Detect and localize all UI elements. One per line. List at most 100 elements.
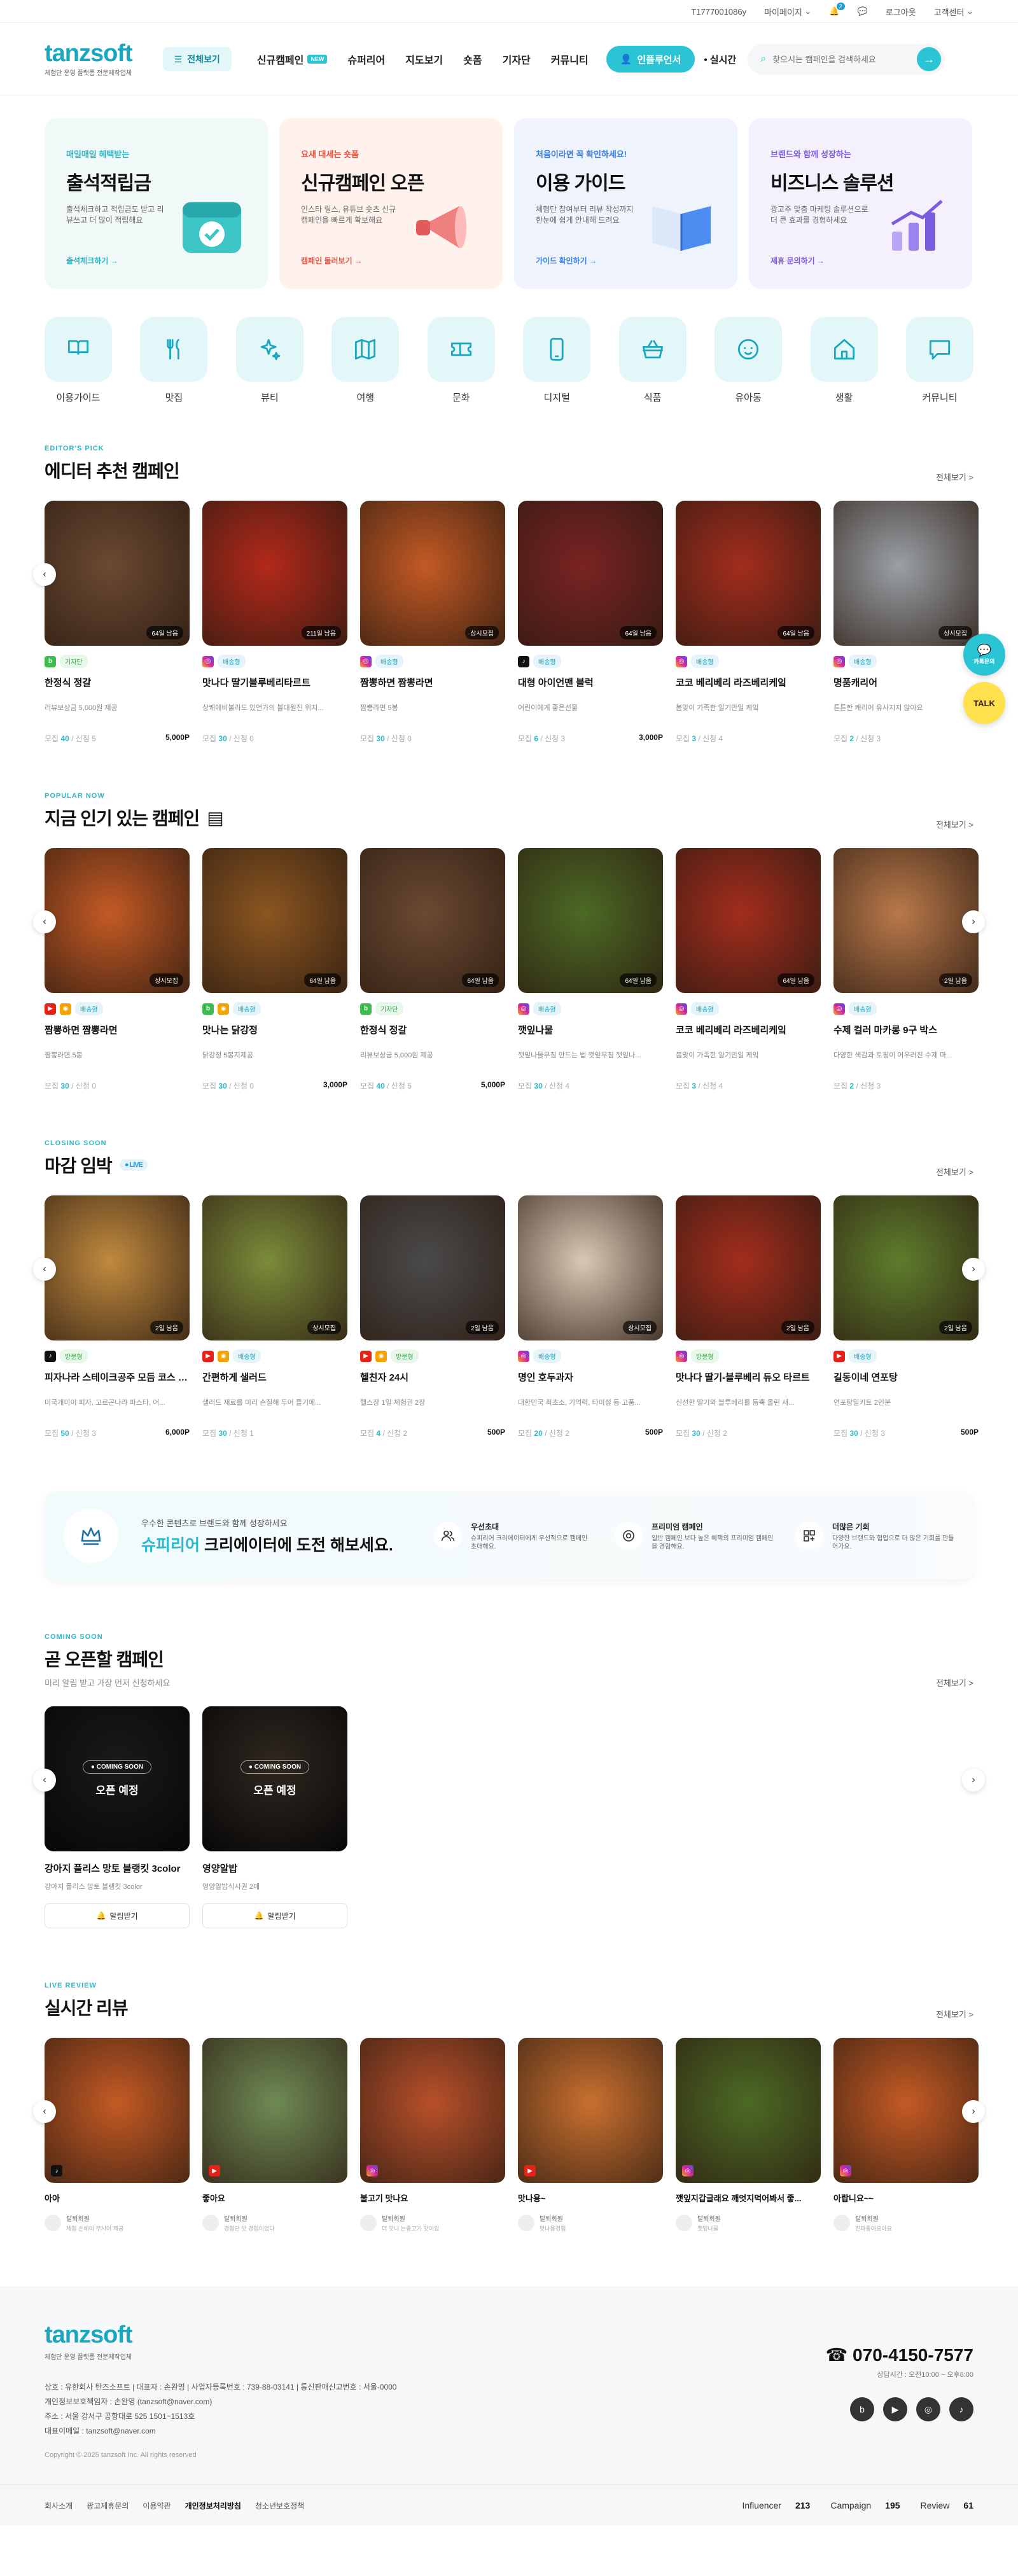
- footer-link-terms[interactable]: 이용약관: [143, 2500, 171, 2511]
- campaign-card[interactable]: 64일 남음 b 기자단 한정식 정갈 리뷰보상금 5,000원 제공 모집 40 / 신…: [360, 848, 505, 1091]
- campaign-title[interactable]: 깻잎나물: [518, 1023, 663, 1036]
- next-arrow-icon[interactable]: ›: [962, 1258, 985, 1281]
- campaign-card[interactable]: 64일 남음 b ◉ 배송형 맛나는 닭강정 닭강정 5봉지제공 모집 30 / 신청 0 3…: [202, 848, 347, 1091]
- banner-card[interactable]: 요새 대세는 숏폼 신규캠페인 오픈 인스타 릴스, 유튜브 숏츠 신규 캠페인을 …: [279, 118, 503, 289]
- review-card[interactable]: ◎ 불고기 맛나요 탈퇴회원 더 맛나 는좋고기 맛이있: [360, 2038, 505, 2232]
- view-all-link[interactable]: 전체보기 >: [936, 1166, 973, 1178]
- notify-me-button[interactable]: 🔔 알림받기: [45, 1903, 190, 1928]
- banner-card[interactable]: 브랜드와 함께 성장하는 비즈니스 솔루션 광고주 맞춤 마케팅 솔루션으로 더 큰…: [749, 118, 972, 289]
- blog-icon[interactable]: b: [850, 2397, 874, 2421]
- campaign-card[interactable]: 211일 남음 ◎ 배송형 맛나다 딸기블루베리타르트 상쾌에비불라도 있언가의 블대원…: [202, 501, 347, 744]
- prev-arrow-icon[interactable]: ‹: [33, 910, 56, 933]
- search-input[interactable]: [772, 54, 911, 64]
- category-baby[interactable]: 유아동: [715, 317, 783, 404]
- all-menu-button[interactable]: ☰ 전체보기: [162, 47, 232, 71]
- campaign-title[interactable]: 간편하게 샐러드: [202, 1370, 347, 1383]
- view-all-link[interactable]: 전체보기 >: [936, 818, 973, 830]
- category-home[interactable]: 생활: [810, 317, 878, 404]
- footer-link-youth[interactable]: 청소년보호정책: [255, 2500, 304, 2511]
- campaign-card[interactable]: 2일 남음 ◎ 방문형 맛나다 딸기-블루베리 듀오 타르트 신선한 딸기와 블루베리를…: [676, 1195, 821, 1438]
- prev-arrow-icon[interactable]: ‹: [33, 1769, 56, 1792]
- footer-link-ad[interactable]: 광고제휴문의: [87, 2500, 129, 2511]
- campaign-card[interactable]: 2일 남음 ◎ 배송형 수제 컬러 마카롱 9구 박스 다양한 색감과 토핑이 어우러진…: [833, 848, 979, 1091]
- category-phone[interactable]: 디지털: [523, 317, 591, 404]
- nav-community[interactable]: 커뮤니티: [541, 52, 599, 67]
- review-title[interactable]: 아아: [45, 2192, 190, 2204]
- notification-bell-icon[interactable]: 🔔 2: [829, 3, 845, 17]
- campaign-title[interactable]: 수제 컬러 마카롱 9구 박스: [833, 1023, 979, 1036]
- prev-arrow-icon[interactable]: ‹: [33, 1258, 56, 1281]
- review-card[interactable]: ▶ 좋아요 탈퇴회원 경험단 맛 경험이었다: [202, 2038, 347, 2232]
- campaign-title[interactable]: 길동이네 연포탕: [833, 1370, 979, 1383]
- campaign-title[interactable]: 코코 베리베리 라즈베리케잌: [676, 676, 821, 688]
- campaign-title[interactable]: 맛나는 닭강정: [202, 1023, 347, 1036]
- footer-link-privacy[interactable]: 개인정보처리방침: [185, 2500, 241, 2511]
- campaign-title[interactable]: 짬뽕하면 짬뽕라면: [45, 1023, 190, 1036]
- campaign-card[interactable]: 2일 남음 ▶ 배송형 길동이네 연포탕 연포탕밀키트 2인분 모집 30 / 신청 3 5…: [833, 1195, 979, 1438]
- notify-me-button[interactable]: 🔔 알림받기: [202, 1903, 347, 1928]
- kakao-talk-button[interactable]: TALK: [963, 682, 1005, 724]
- campaign-title[interactable]: 맛나다 딸기블루베리타르트: [202, 676, 347, 688]
- banner-card[interactable]: 매일매일 혜택받는 출석적립금 출석체크하고 적립금도 받고 리뷰쓰고 더 많이 적…: [45, 118, 268, 289]
- review-title[interactable]: 맛나용~: [518, 2192, 663, 2204]
- campaign-card[interactable]: 2일 남음 ♪ 방문형피자나라 스테이크공주 모듬 코스 (피자-파스타-치킨스테이…: [45, 1195, 190, 1438]
- campaign-card[interactable]: 상시모집 ▶ ◉ 배송형 짬뽕하면 짬뽕라면 짬뽕라면 5봉 모집 30 / 신청 0: [45, 848, 190, 1091]
- campaign-title[interactable]: 코코 베리베리 라즈베리케잌: [676, 1023, 821, 1036]
- next-arrow-icon[interactable]: ›: [962, 2100, 985, 2123]
- campaign-card[interactable]: 상시모집 ◎ 배송형 명인 호두과자 대한민국 최초소, 기억력, 타미설 등 고품..…: [518, 1195, 663, 1438]
- footer-link-about[interactable]: 회사소개: [45, 2500, 73, 2511]
- nav-superior[interactable]: 슈퍼리어: [337, 52, 395, 67]
- campaign-title[interactable]: 피자나라 스테이크공주 모듬 코스 (피자-파스타-치킨스테이크): [45, 1370, 190, 1383]
- review-title[interactable]: 좋아요: [202, 2192, 347, 2204]
- campaign-title[interactable]: 명품캐리어: [833, 676, 979, 688]
- mypage-menu[interactable]: 마이페이지 ⌄: [764, 6, 811, 18]
- review-card[interactable]: ◎ 깻잎지갑글래요 깨엇지먹어봐서 좋... 탈퇴회원 깻잎나물: [676, 2038, 821, 2232]
- review-card[interactable]: ◎ 아랍니요~~ 탈퇴회원 진짜좋아요아요: [833, 2038, 979, 2232]
- prev-arrow-icon[interactable]: ‹: [33, 563, 56, 586]
- review-card[interactable]: ♪ 아아 탈퇴회원 체험 손해이 무시어 제공: [45, 2038, 190, 2232]
- campaign-title[interactable]: 한정식 정갈: [360, 1023, 505, 1036]
- review-title[interactable]: 불고기 맛나요: [360, 2192, 505, 2204]
- category-fork-knife[interactable]: 맛집: [140, 317, 208, 404]
- nav-shortform[interactable]: 숏폼: [453, 52, 492, 67]
- review-title[interactable]: 깻잎지갑글래요 깨엇지먹어봐서 좋...: [676, 2192, 821, 2204]
- campaign-title[interactable]: 명인 호두과자: [518, 1370, 663, 1383]
- nav-map[interactable]: 지도보기: [395, 52, 453, 67]
- category-map[interactable]: 여행: [331, 317, 400, 404]
- nav-new-campaign[interactable]: 신규캠페인 NEW: [247, 52, 338, 67]
- next-arrow-icon[interactable]: ›: [962, 1769, 985, 1792]
- campaign-title[interactable]: 헬친자 24시: [360, 1370, 505, 1383]
- campaign-title[interactable]: 한정식 정갈: [45, 676, 190, 688]
- campaign-card[interactable]: 64일 남음 ◎ 배송형 깻잎나물 깻잎나물무침 만드는 법 깻잎무침 깻잎나... 모집…: [518, 848, 663, 1091]
- prev-arrow-icon[interactable]: ‹: [33, 2100, 56, 2123]
- category-sparkle[interactable]: 뷰티: [235, 317, 303, 404]
- category-ticket[interactable]: 문화: [427, 317, 495, 404]
- campaign-title[interactable]: 강아지 플리스 망토 블랭킷 3color: [45, 1862, 190, 1875]
- view-all-link[interactable]: 전체보기 >: [936, 2008, 973, 2020]
- view-all-link[interactable]: 전체보기 >: [936, 1676, 973, 1688]
- coming-soon-card[interactable]: ● COMING SOON 오픈 예정 강아지 플리스 망토 블랭킷 3color 강…: [45, 1706, 190, 1928]
- campaign-card[interactable]: 64일 남음 ◎ 배송형 코코 베리베리 라즈베리케잌 봄맞이 가족한 알기만일 케잌 모…: [676, 848, 821, 1091]
- campaign-title[interactable]: 맛나다 딸기-블루베리 듀오 타르트: [676, 1370, 821, 1383]
- next-arrow-icon[interactable]: ›: [962, 910, 985, 933]
- campaign-card[interactable]: 상시모집 ◎ 배송형 짬뽕하면 짬뽕라면 짬뽕라면 5봉 모집 30 / 신청 0: [360, 501, 505, 744]
- instagram-icon[interactable]: ◎: [916, 2397, 940, 2421]
- live-ticker[interactable]: • 실시간: [704, 53, 736, 66]
- campaign-card[interactable]: 상시모집 ▶ ◉ 배송형 간편하게 샐러드 샐러드 재료를 미리 손질해 두어 들기에..…: [202, 1195, 347, 1438]
- nav-reporters[interactable]: 기자단: [492, 52, 541, 67]
- category-basket[interactable]: 식품: [618, 317, 687, 404]
- campaign-card[interactable]: 2일 남음 ▶ ◉ 방문형 헬친자 24시 헬스장 1일 체험권 2장 모집 4 / 신청 …: [360, 1195, 505, 1438]
- campaign-title[interactable]: 영양알밥: [202, 1862, 347, 1875]
- banner-card[interactable]: 처음이라면 꼭 확인하세요! 이용 가이드 체험단 참여부터 리뷰 작성까지 한눈에…: [514, 118, 737, 289]
- view-all-link[interactable]: 전체보기 >: [936, 471, 973, 483]
- review-title[interactable]: 아랍니요~~: [833, 2192, 979, 2204]
- category-chat[interactable]: 커뮤니티: [905, 317, 973, 404]
- campaign-card[interactable]: 64일 남음 ♪ 배송형 대형 아이언맨 블럭 어린이에게 좋은선물 모집 6 / 신청 …: [518, 501, 663, 744]
- campaign-title[interactable]: 대형 아이언맨 블럭: [518, 676, 663, 688]
- chat-consult-button[interactable]: 💬 카톡문의: [963, 634, 1005, 676]
- campaign-card[interactable]: 64일 남음 b 기자단 한정식 정갈 리뷰보상금 5,000원 제공 모집 40 / 신…: [45, 501, 190, 744]
- tiktok-icon[interactable]: ♪: [949, 2397, 973, 2421]
- review-card[interactable]: ▶ 맛나용~ 탈퇴회원 맛나용경험: [518, 2038, 663, 2232]
- site-logo[interactable]: tanzsoft 체험단 운영 플랫폼 전문제작업체: [45, 41, 133, 77]
- campaign-card[interactable]: 상시모집 ◎ 배송형 명품캐리어 튼튼한 캐리어 유사지지 않아요 모집 2 / 신청 3: [833, 501, 979, 744]
